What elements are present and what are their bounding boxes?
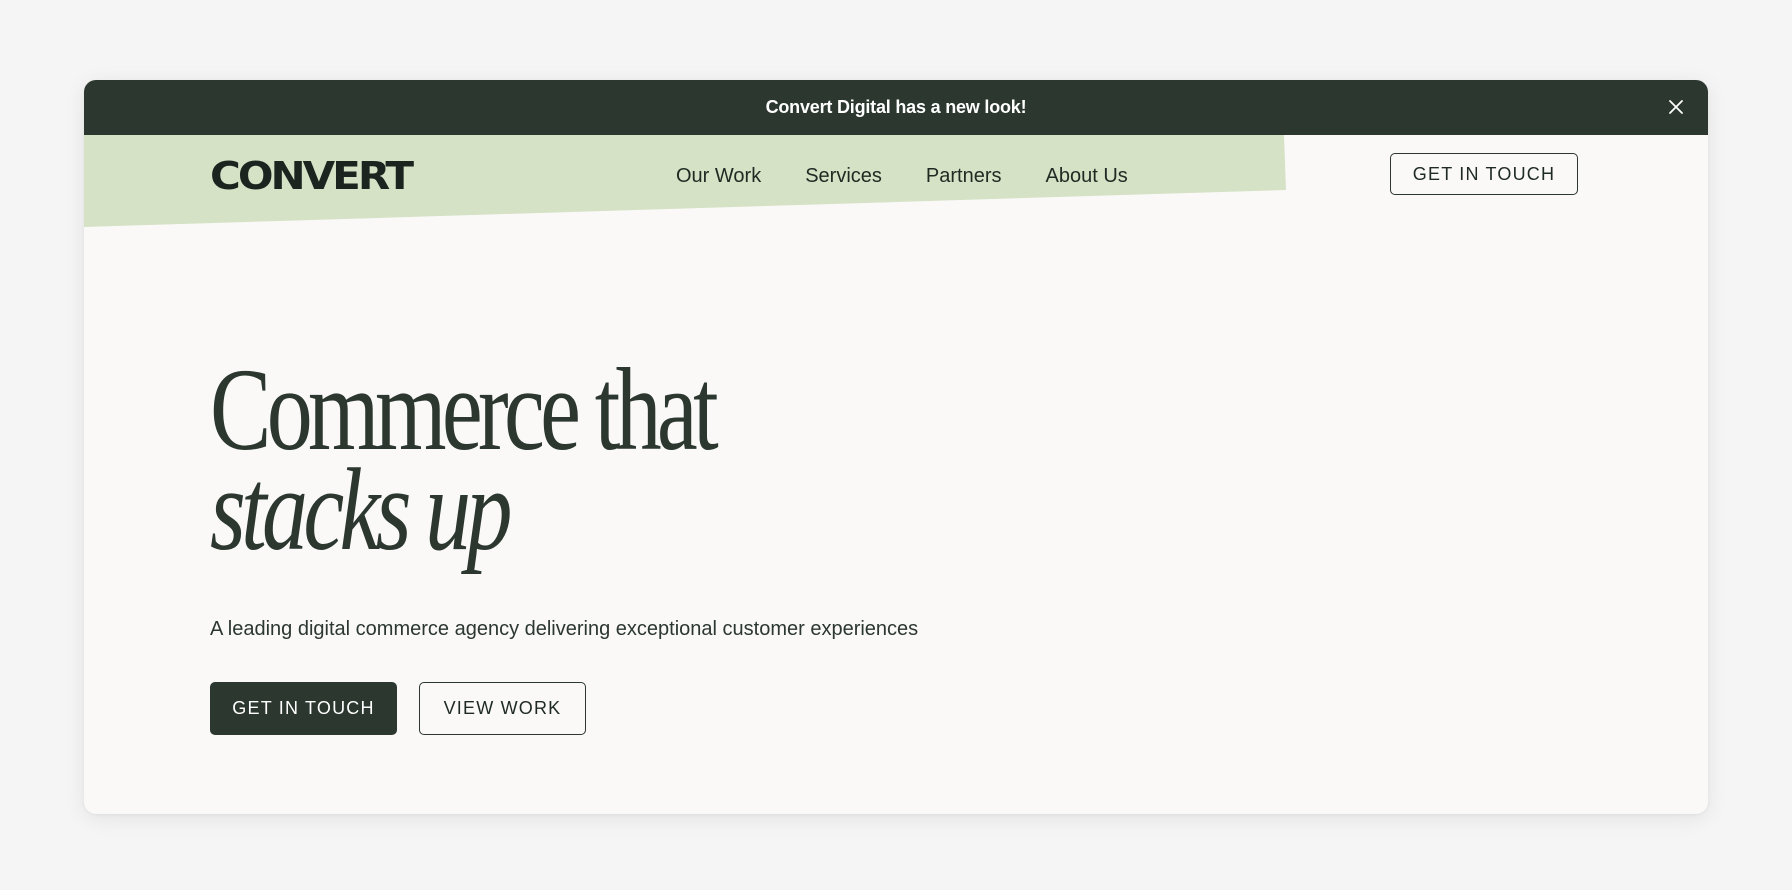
browser-frame: Convert Digital has a new look! CONVERT … bbox=[84, 80, 1708, 814]
view-work-button[interactable]: VIEW WORK bbox=[419, 682, 586, 735]
announcement-bar: Convert Digital has a new look! bbox=[84, 80, 1708, 135]
nav-item-services[interactable]: Services bbox=[805, 165, 882, 188]
hero-title-line-2: stacks up bbox=[210, 444, 513, 575]
main-nav: Our Work Services Partners About Us bbox=[676, 165, 1128, 188]
announcement-text: Convert Digital has a new look! bbox=[765, 97, 1027, 117]
nav-item-about-us[interactable]: About Us bbox=[1046, 165, 1128, 188]
hero-title: Commerce that stacks up bbox=[210, 351, 719, 575]
hero-cta-row: GET IN TOUCH VIEW WORK bbox=[210, 682, 586, 735]
header-get-in-touch-button[interactable]: GET IN TOUCH bbox=[1390, 153, 1578, 195]
site-header: CONVERT Our Work Services Partners About… bbox=[84, 135, 1708, 235]
logo[interactable]: CONVERT bbox=[210, 153, 414, 198]
close-icon[interactable] bbox=[1664, 95, 1688, 119]
nav-item-partners[interactable]: Partners bbox=[926, 165, 1002, 188]
get-in-touch-button[interactable]: GET IN TOUCH bbox=[210, 682, 397, 735]
nav-item-our-work[interactable]: Our Work bbox=[676, 165, 761, 188]
hero-subtitle: A leading digital commerce agency delive… bbox=[210, 618, 919, 640]
